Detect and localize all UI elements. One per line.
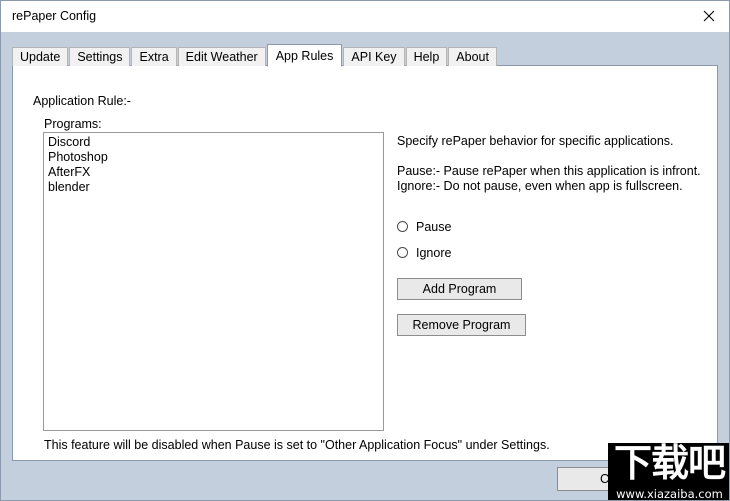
- watermark-overlay: 下载吧 www.xiazaiba.com: [608, 443, 729, 501]
- tab-help[interactable]: Help: [405, 47, 448, 66]
- watermark-logo-text: 下载吧: [613, 443, 726, 485]
- tab-app-rules[interactable]: App Rules: [266, 44, 343, 67]
- tab-content-app-rules: Application Rule:- Programs: Discord Phot…: [12, 65, 718, 461]
- list-item[interactable]: blender: [44, 180, 383, 195]
- description-line: Ignore:- Do not pause, even when app is …: [397, 179, 683, 193]
- tab-extra[interactable]: Extra: [131, 47, 177, 66]
- list-item[interactable]: AfterFX: [44, 165, 383, 180]
- radio-label: Ignore: [416, 245, 452, 260]
- programs-label: Programs:: [44, 117, 102, 131]
- programs-listbox[interactable]: Discord Photoshop AfterFX blender: [43, 132, 384, 431]
- window-title: rePaper Config: [12, 9, 97, 23]
- tab-settings[interactable]: Settings: [69, 47, 131, 66]
- radio-circle-icon: [397, 221, 408, 232]
- close-icon[interactable]: [686, 1, 729, 31]
- feature-note: This feature will be disabled when Pause…: [44, 438, 550, 452]
- radio-ignore[interactable]: Ignore: [397, 242, 451, 263]
- description-line: Pause:- Pause rePaper when this applicat…: [397, 164, 701, 178]
- tab-edit-weather[interactable]: Edit Weather: [177, 47, 266, 66]
- radio-label: Pause: [416, 219, 452, 234]
- description-line: Specify rePaper behavior for specific ap…: [397, 134, 674, 148]
- tab-update[interactable]: Update: [12, 47, 69, 66]
- page-title: Application Rule:-: [33, 94, 131, 108]
- radio-circle-icon: [397, 247, 408, 258]
- watermark-url: www.xiazaiba.com: [616, 487, 723, 501]
- radio-pause[interactable]: Pause: [397, 216, 451, 237]
- remove-program-button[interactable]: Remove Program: [397, 314, 526, 336]
- title-bar: rePaper Config: [1, 1, 729, 32]
- add-program-button[interactable]: Add Program: [397, 278, 522, 300]
- rule-radio-group: Pause Ignore: [397, 216, 451, 268]
- tab-api-key[interactable]: API Key: [343, 47, 405, 66]
- repaper-config-window: rePaper Config Update Settings Extra Edit W…: [0, 0, 730, 501]
- tab-strip: Update Settings Extra Edit Weather App Rules…: [12, 44, 498, 67]
- description-block: Specify rePaper behavior for specific ap…: [397, 134, 707, 194]
- tab-about[interactable]: About: [448, 47, 497, 66]
- list-item[interactable]: Discord: [44, 135, 383, 150]
- list-item[interactable]: Photoshop: [44, 150, 383, 165]
